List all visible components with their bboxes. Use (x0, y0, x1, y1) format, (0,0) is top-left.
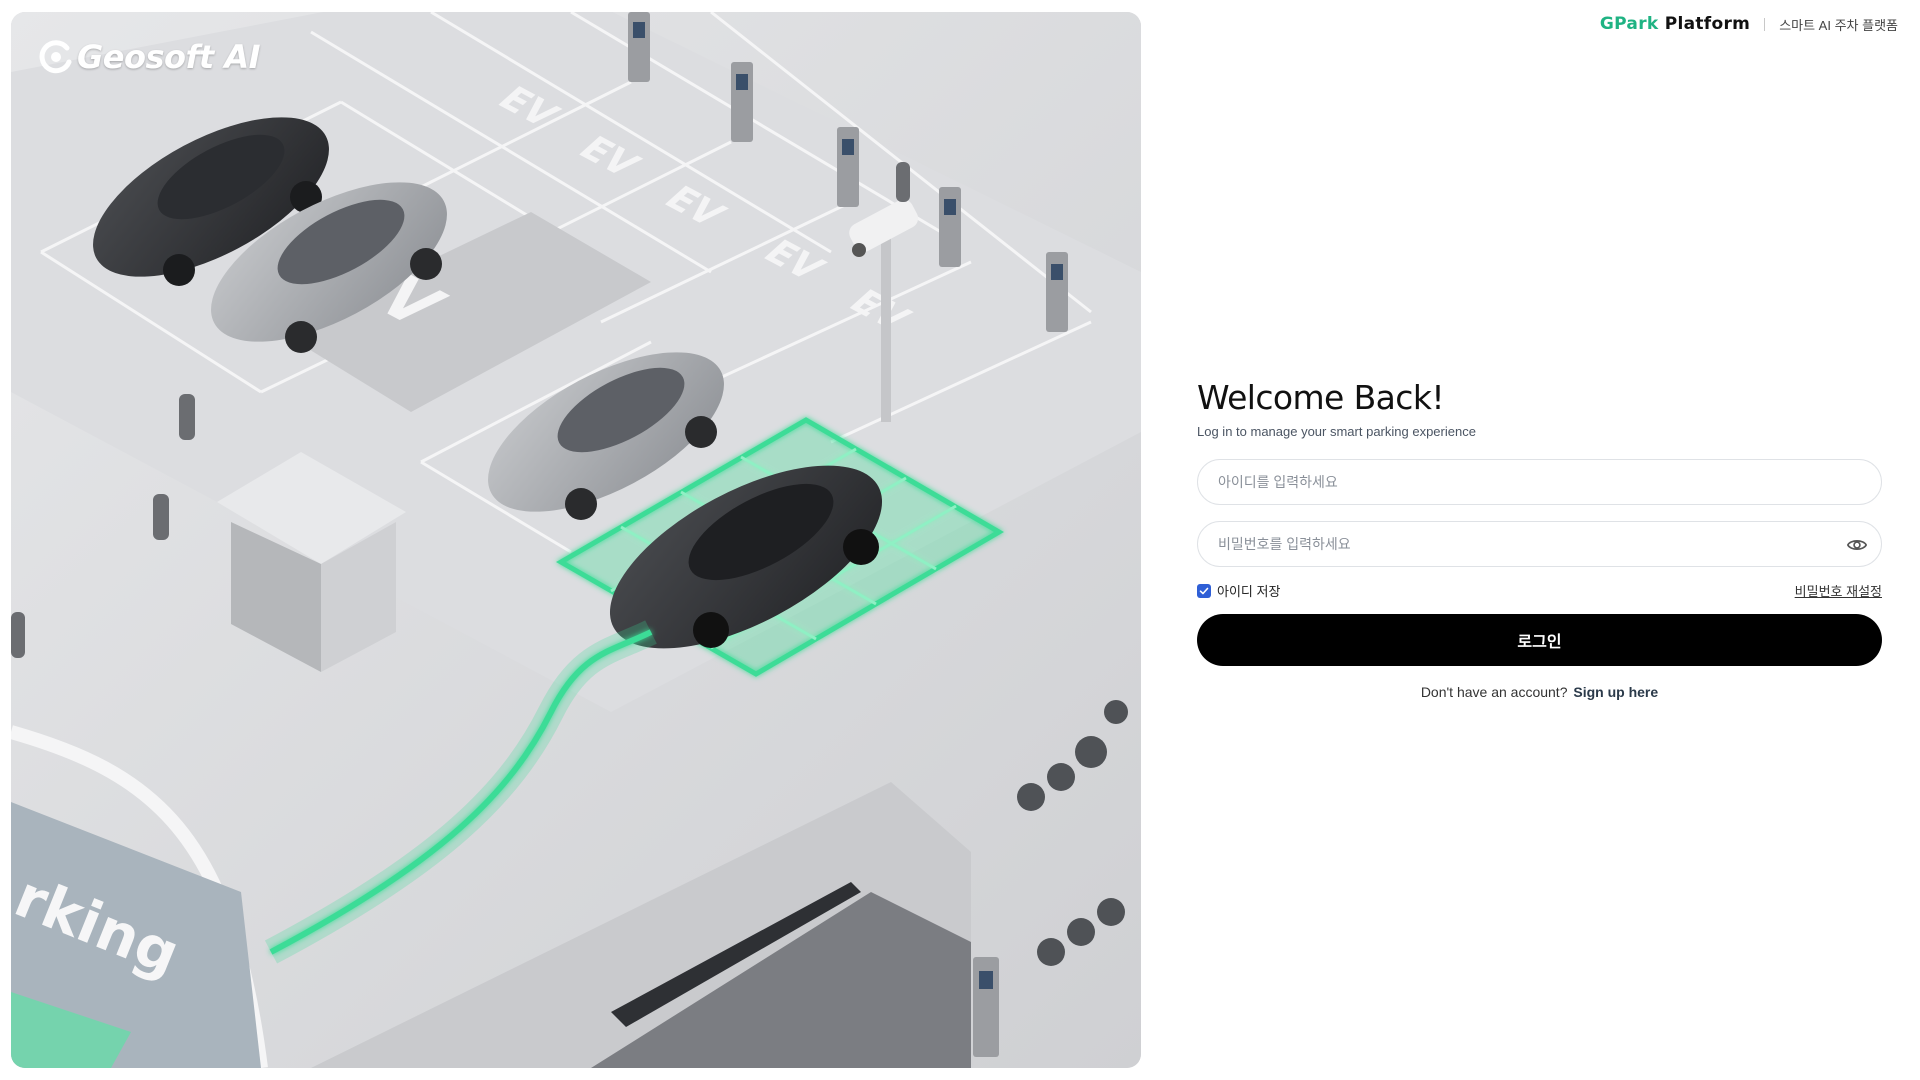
brand-divider (1764, 17, 1766, 31)
signup-prompt: Don't have an account? (1420, 684, 1568, 701)
login-button[interactable]: 로그인 (1197, 614, 1882, 667)
signup-row: Don't have an account? Sign up here (1197, 684, 1882, 700)
password-input[interactable] (1198, 522, 1881, 567)
logo-text: Geosoft AI (77, 38, 261, 76)
login-options: 아이디 저장 비밀번호 재설정 (1197, 581, 1882, 600)
login-page: EV EV EV EV EV EV EV (0, 0, 1920, 1080)
hero-illustration: EV EV EV EV EV EV EV (11, 12, 1141, 1068)
brand-accent: GPark (1599, 14, 1659, 34)
page-title: Welcome Back! (1197, 378, 1445, 417)
eye-icon[interactable] (1845, 533, 1869, 557)
geosoft-logo-icon (39, 40, 73, 74)
parking-lot-scene: EV EV EV EV EV EV EV (11, 12, 1141, 1068)
brand-name: GPark Platform (1600, 14, 1750, 34)
brand-tagline: 스마트 AI 주차 플랫폼 (1779, 17, 1898, 33)
brand-header: GPark Platform 스마트 AI 주차 플랫폼 (1600, 14, 1898, 34)
page-subtitle: Log in to manage your smart parking expe… (1197, 424, 1476, 440)
reset-password-link[interactable]: 비밀번호 재설정 (1795, 581, 1882, 600)
login-form: Welcome Back! Log in to manage your smar… (1197, 378, 1882, 700)
remember-checkbox[interactable] (1197, 583, 1211, 598)
password-field[interactable] (1197, 521, 1882, 568)
id-input[interactable] (1198, 460, 1881, 505)
remember-id[interactable]: 아이디 저장 (1197, 581, 1280, 600)
geosoft-logo: Geosoft AI (39, 38, 261, 76)
signup-link[interactable]: Sign up here (1573, 684, 1658, 700)
check-icon (1199, 587, 1209, 595)
remember-label: 아이디 저장 (1217, 584, 1281, 600)
id-field[interactable] (1197, 459, 1882, 506)
brand-rest: Platform (1658, 14, 1751, 34)
